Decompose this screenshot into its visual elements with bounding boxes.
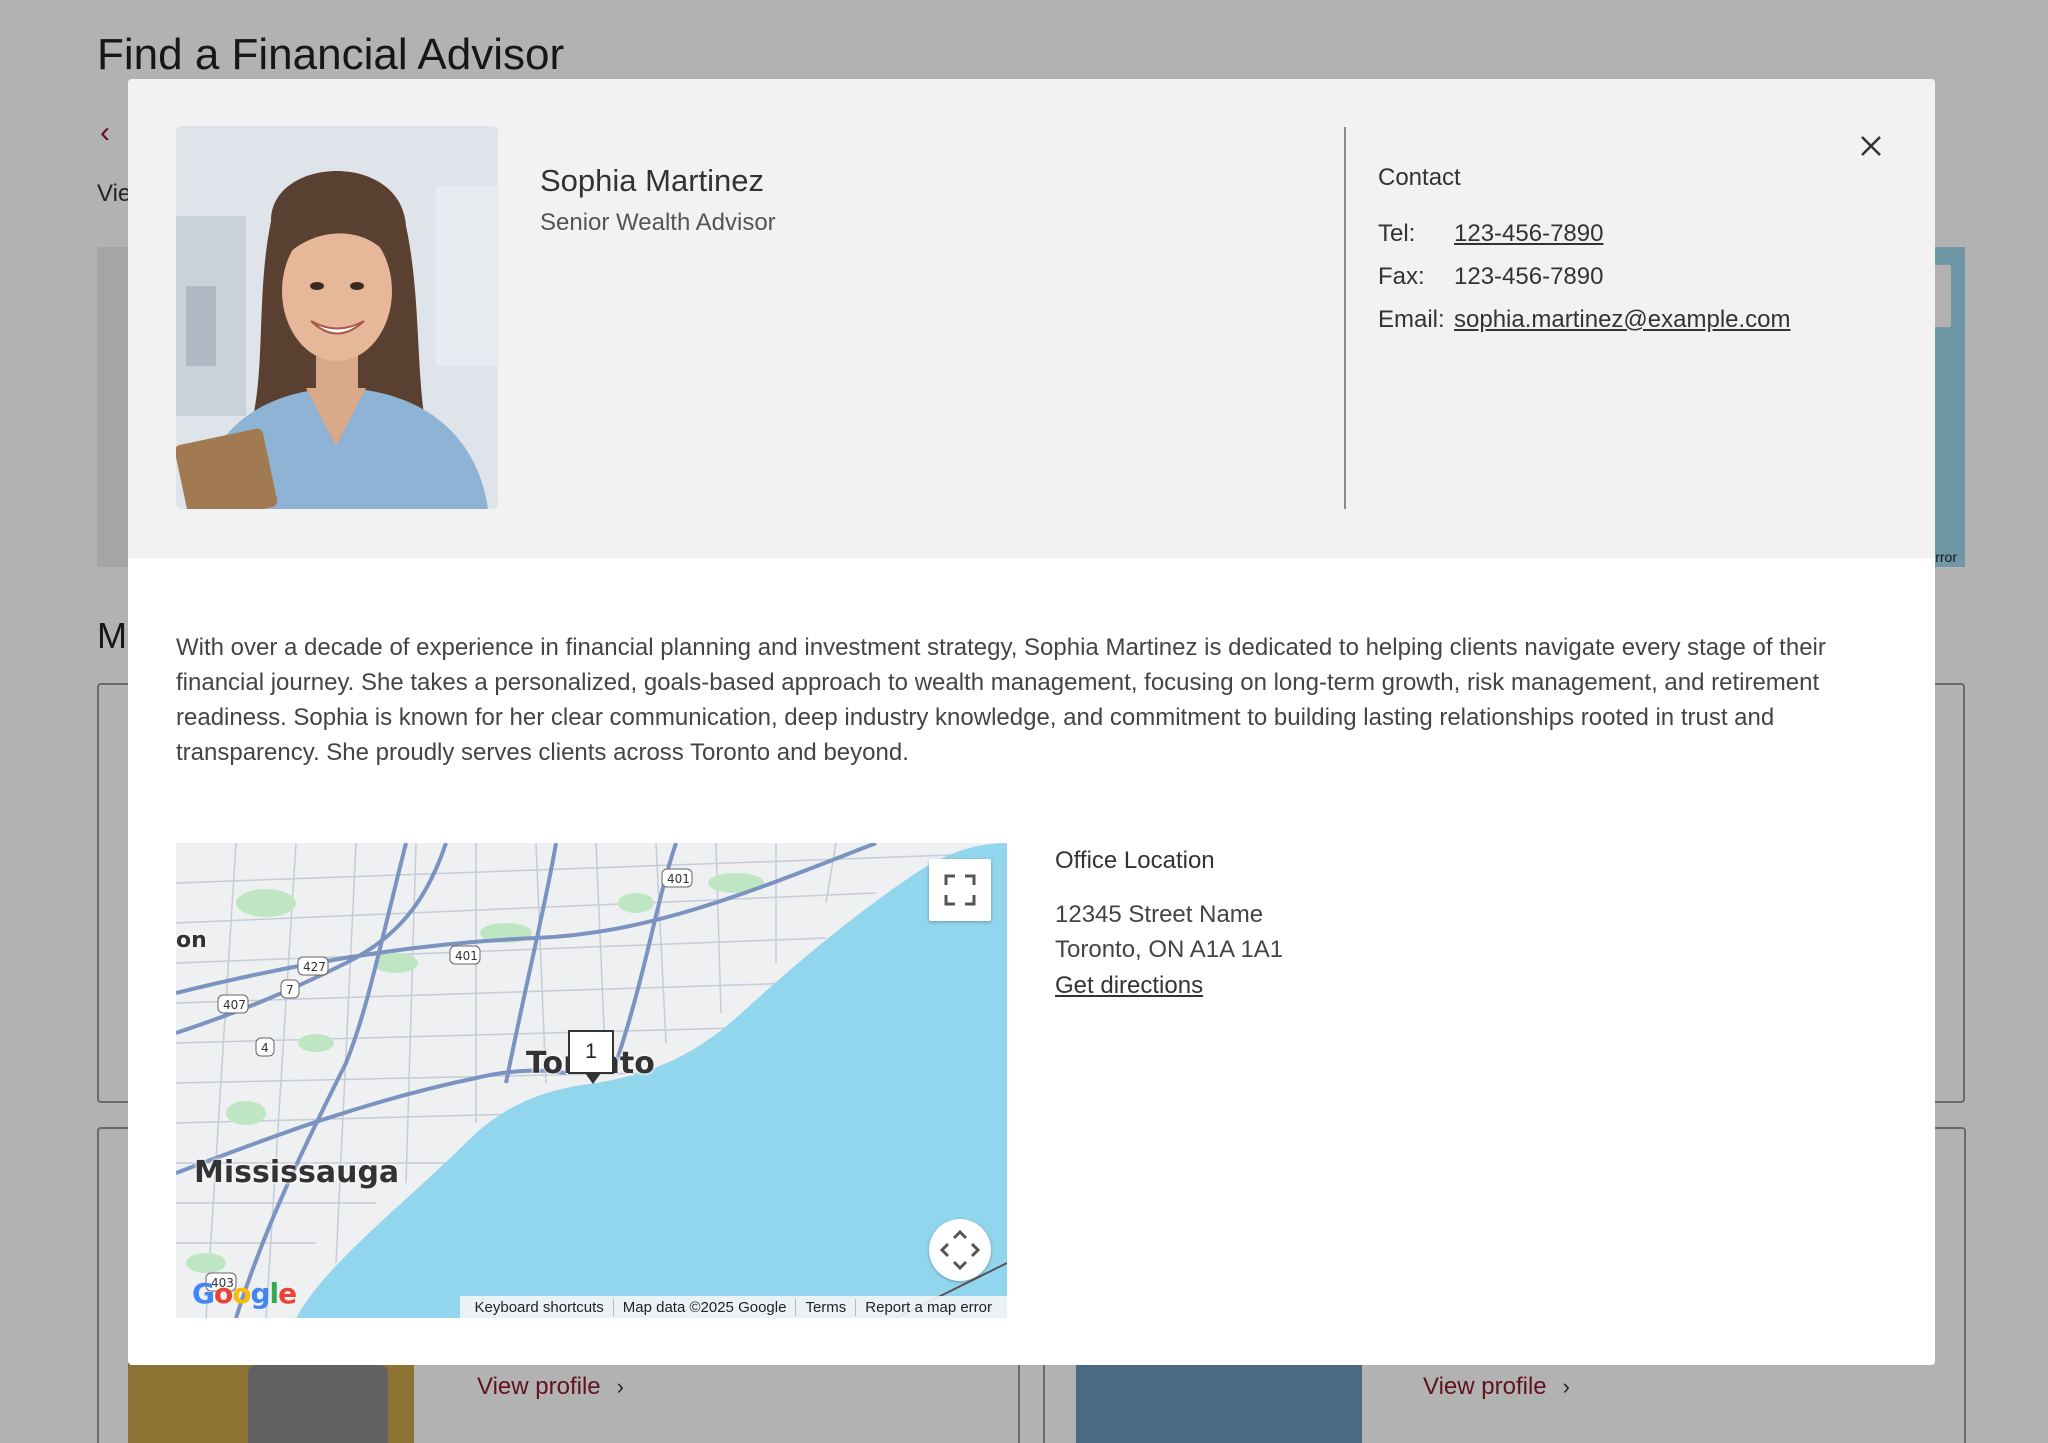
map-marker[interactable]: 1 (568, 1030, 614, 1084)
fax-value: 123-456-7890 (1454, 262, 1604, 290)
advisor-profile-modal: Sophia Martinez Senior Wealth Advisor Co… (128, 79, 1935, 1365)
fullscreen-icon (944, 874, 976, 906)
contact-fax-row: Fax: 123-456-7890 (1378, 255, 1878, 298)
advisor-name: Sophia Martinez (540, 163, 765, 198)
modal-header: Sophia Martinez Senior Wealth Advisor Co… (128, 79, 1935, 558)
map-attribution-bar: Keyboard shortcuts Map data ©2025 Google… (459, 1296, 1007, 1318)
close-icon (1861, 136, 1881, 156)
keyboard-shortcuts-link[interactable]: Keyboard shortcuts (466, 1299, 613, 1316)
contact-tel-row: Tel: 123-456-7890 (1378, 212, 1878, 255)
map-camera-control[interactable] (929, 1219, 991, 1281)
fax-label: Fax: (1378, 262, 1425, 290)
fullscreen-button[interactable] (929, 859, 991, 921)
office-location: Office Location 12345 Street Name Toront… (1055, 847, 1555, 1004)
office-street: 12345 Street Name (1055, 901, 1264, 928)
header-divider (1344, 127, 1346, 509)
office-city: Toronto, ON A1A 1A1 (1055, 936, 1284, 963)
close-button[interactable] (1854, 129, 1888, 163)
svg-text:7: 7 (286, 983, 294, 997)
svg-text:401: 401 (455, 949, 478, 963)
svg-text:427: 427 (303, 960, 326, 974)
pan-arrows-icon (939, 1229, 981, 1271)
map-label-mississauga: Mississauga (194, 1155, 400, 1190)
svg-text:401: 401 (667, 872, 690, 886)
advisor-photo (176, 126, 498, 509)
contact-heading: Contact (1378, 164, 1461, 191)
contact-section: Contact Tel: 123-456-7890 Fax: 123-456-7… (1378, 164, 1878, 341)
contact-email-row: Email: sophia.martinez@example.com (1378, 298, 1878, 341)
tel-label: Tel: (1378, 219, 1416, 247)
advisor-bio: With over a decade of experience in fina… (176, 634, 1826, 766)
office-map[interactable]: 401 401 427 407 7 4 403 on Toronto Missi… (176, 843, 1007, 1318)
advisor-title: Senior Wealth Advisor (540, 209, 776, 236)
map-data-text: Map data ©2025 Google (612, 1298, 796, 1316)
email-link[interactable]: sophia.martinez@example.com (1454, 306, 1791, 334)
report-map-error-link[interactable]: Report a map error (855, 1298, 1001, 1316)
tel-link[interactable]: 123-456-7890 (1454, 220, 1603, 248)
get-directions-link[interactable]: Get directions (1055, 967, 1203, 1004)
svg-text:407: 407 (223, 998, 246, 1012)
office-heading: Office Location (1055, 847, 1215, 874)
terms-link[interactable]: Terms (795, 1298, 855, 1316)
svg-text:4: 4 (261, 1041, 269, 1055)
email-label: Email: (1378, 305, 1445, 333)
map-label-partial: on (176, 928, 207, 953)
google-logo: Google (192, 1277, 297, 1310)
